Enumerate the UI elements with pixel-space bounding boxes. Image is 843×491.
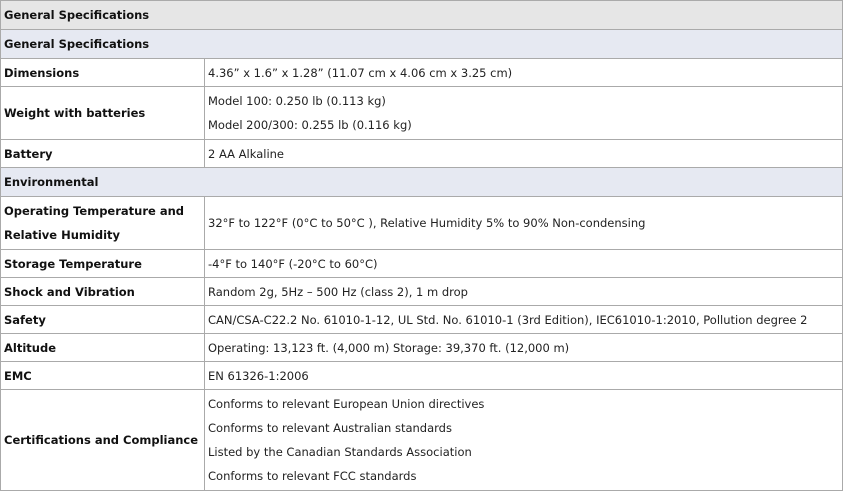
spec-label-line: Storage Temperature <box>4 256 142 271</box>
spec-value-line: Model 100: 0.250 lb (0.113 kg) <box>208 94 386 108</box>
spec-label: Certifications and Compliance <box>0 389 205 491</box>
table-row: Storage Temperature -4°F to 140°F (-20°C … <box>0 249 843 278</box>
table-row: Battery 2 AA Alkaline <box>0 139 843 168</box>
spec-value: Conforms to relevant European Union dire… <box>204 389 843 491</box>
table-row: Certifications and Compliance Conforms to… <box>0 389 843 491</box>
spec-value-line: Conforms to relevant European Union dire… <box>208 397 485 411</box>
spec-value: Operating: 13,123 ft. (4,000 m) Storage:… <box>204 333 843 362</box>
spec-label: Dimensions <box>0 58 205 87</box>
spec-value: Random 2g, 5Hz – 500 Hz (class 2), 1 m d… <box>204 277 843 306</box>
spec-value: CAN/CSA-C22.2 No. 61010-1-12, UL Std. No… <box>204 305 843 334</box>
spec-label: Safety <box>0 305 205 334</box>
spec-label: Storage Temperature <box>0 249 205 278</box>
spec-value-line: Random 2g, 5Hz – 500 Hz (class 2), 1 m d… <box>208 284 468 299</box>
spec-value: 32°F to 122°F (0°C to 50°C ), Relative H… <box>204 196 843 250</box>
spec-value: 4.36” x 1.6” x 1.28” (11.07 cm x 4.06 cm… <box>204 58 843 87</box>
spec-table-body: General Specifications General Specifica… <box>0 0 843 491</box>
table-row: Weight with batteries Model 100: 0.250 lb… <box>0 86 843 140</box>
spec-label: EMC <box>0 361 205 390</box>
section-header-general-specifications: General Specifications <box>0 29 843 59</box>
spec-label: Altitude <box>0 333 205 362</box>
section-header-environmental: Environmental <box>0 167 843 197</box>
spec-label-line: Weight with batteries <box>4 106 146 120</box>
spec-value-line: Conforms to relevant FCC standards <box>208 469 417 483</box>
spec-label-line: Certifications and Compliance <box>4 433 199 447</box>
spec-label-line: Operating Temperature and <box>4 204 185 218</box>
section-heading: Environmental <box>0 167 843 197</box>
spec-value-line: 32°F to 122°F (0°C to 50°C ), Relative H… <box>208 216 646 230</box>
spec-label-line: Safety <box>4 312 46 327</box>
spec-label-line: EMC <box>4 368 32 383</box>
spec-value: -4°F to 140°F (-20°C to 60°C) <box>204 249 843 278</box>
table-row: Operating Temperature and Relative Humidi… <box>0 196 843 250</box>
spec-value: Model 100: 0.250 lb (0.113 kg) Model 200/… <box>204 86 843 140</box>
spec-value-line: -4°F to 140°F (-20°C to 60°C) <box>208 256 378 271</box>
spec-table: General Specifications General Specifica… <box>0 0 843 491</box>
spec-value: EN 61326-1:2006 <box>204 361 843 390</box>
spec-value-line: 2 AA Alkaline <box>208 146 285 161</box>
spec-label: Weight with batteries <box>0 86 205 140</box>
table-title: General Specifications <box>0 0 843 30</box>
spec-value-line: Listed by the Canadian Standards Associa… <box>208 445 472 459</box>
table-title-row: General Specifications <box>0 0 843 30</box>
table-row: Dimensions 4.36” x 1.6” x 1.28” (11.07 cm… <box>0 58 843 87</box>
spec-value: 2 AA Alkaline <box>204 139 843 168</box>
spec-label-line: Battery <box>4 146 53 161</box>
spec-value-line: EN 61326-1:2006 <box>208 368 309 383</box>
spec-label: Shock and Vibration <box>0 277 205 306</box>
spec-label-line: Altitude <box>4 340 56 355</box>
table-row: EMC EN 61326-1:2006 <box>0 361 843 390</box>
spec-value-line: Model 200/300: 0.255 lb (0.116 kg) <box>208 118 412 132</box>
spec-label-line: Dimensions <box>4 65 80 80</box>
spec-value-line: Operating: 13,123 ft. (4,000 m) Storage:… <box>208 340 570 355</box>
spec-label-line: Shock and Vibration <box>4 284 135 299</box>
table-row: Safety CAN/CSA-C22.2 No. 61010-1-12, UL S… <box>0 305 843 334</box>
section-heading: General Specifications <box>0 29 843 59</box>
table-row: Shock and Vibration Random 2g, 5Hz – 500 … <box>0 277 843 306</box>
spec-label: Operating Temperature and Relative Humidi… <box>0 196 205 250</box>
spec-value-line: 4.36” x 1.6” x 1.28” (11.07 cm x 4.06 cm… <box>208 65 513 80</box>
table-row: Altitude Operating: 13,123 ft. (4,000 m) … <box>0 333 843 362</box>
spec-label-line: Relative Humidity <box>4 228 120 242</box>
spec-value-line: Conforms to relevant Australian standard… <box>208 421 452 435</box>
spec-value-line: CAN/CSA-C22.2 No. 61010-1-12, UL Std. No… <box>208 312 808 327</box>
spec-label: Battery <box>0 139 205 168</box>
